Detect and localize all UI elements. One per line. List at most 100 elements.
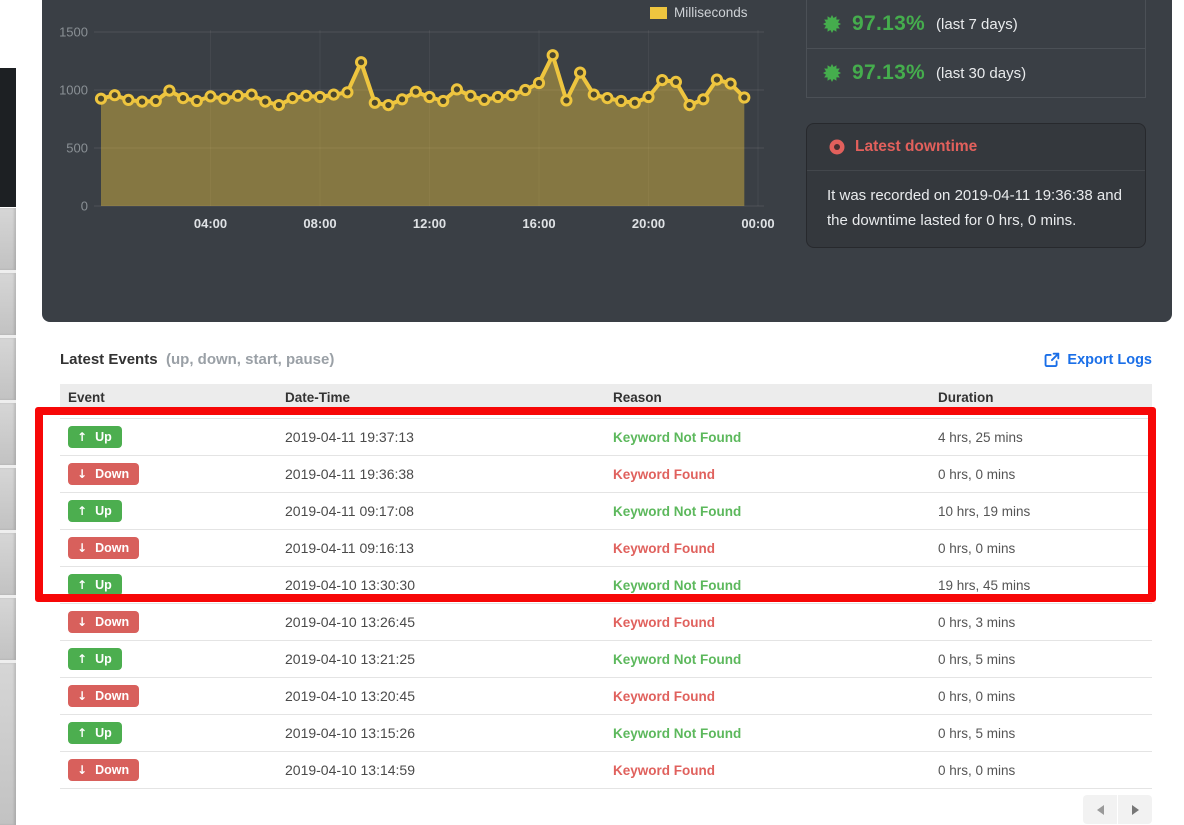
background-monitor-list-strip [0,208,16,825]
chart-area-fill [101,55,744,206]
uptime-period-30-days: (last 30 days) [936,65,1026,82]
chart-data-point [726,79,735,88]
event-reason: Keyword Found [605,530,930,567]
status-label: Up [95,578,112,592]
event-reason: Keyword Not Found [605,493,930,530]
latest-downtime-header: Latest downtime [807,124,1145,171]
chart-data-point [466,91,475,100]
latest-events-subtitle: (up, down, start, pause) [166,351,334,368]
chart-data-point [534,78,543,87]
chart-data-point [233,91,242,100]
chart-data-point [329,90,338,99]
chevron-left-icon [1097,805,1104,815]
event-datetime: 2019-04-10 13:21:25 [277,641,605,678]
pagination-next-button[interactable] [1118,795,1152,824]
status-label: Up [95,504,112,518]
status-arrow-icon: ↓ [77,615,87,629]
background-list-item [0,598,16,663]
latest-events-heading: Latest Events (up, down, start, pause) [60,351,334,369]
event-datetime: 2019-04-11 19:37:13 [277,418,605,456]
uptime-summary-box: 97.13% (last 7 days) 97.13% (last 30 day… [806,0,1146,98]
chart-data-point [425,92,434,101]
event-cell: ↑ Up [60,418,277,456]
event-row: ↑ Up 2019-04-10 13:15:26 Keyword Not Fou… [60,715,1152,752]
event-status-badge: ↓ Down [68,611,139,633]
event-duration: 0 hrs, 0 mins [930,530,1152,567]
chart-data-point [274,101,283,110]
event-cell: ↓ Down [60,456,277,493]
background-list-item [0,533,16,598]
pagination [60,795,1152,824]
status-arrow-icon: ↑ [77,578,87,592]
chart-data-point [699,95,708,104]
chart-data-point [370,98,379,107]
uptime-percentage-7-days: 97.13% [852,12,925,36]
event-reason: Keyword Not Found [605,715,930,752]
chart-data-point [384,101,393,110]
chart-data-point [712,75,721,84]
event-datetime: 2019-04-10 13:15:26 [277,715,605,752]
event-row: ↓ Down 2019-04-11 19:36:38 Keyword Found… [60,456,1152,493]
response-time-chart: 05001000150004:0008:0012:0016:0020:0000:… [42,0,806,240]
column-header-event: Event [60,384,277,418]
background-list-item [0,208,16,273]
export-icon [1043,352,1060,369]
export-logs-label: Export Logs [1067,352,1152,368]
status-label: Up [95,726,112,740]
chart-data-point [685,101,694,110]
column-header-reason: Reason [605,384,930,418]
chart-data-point [192,96,201,105]
pagination-prev-button[interactable] [1083,795,1117,824]
background-list-item [0,403,16,468]
chart-data-point [671,77,680,86]
event-row: ↓ Down 2019-04-11 09:16:13 Keyword Found… [60,530,1152,567]
y-axis-tick-label: 500 [66,141,88,156]
event-reason: Keyword Not Found [605,567,930,604]
column-header-date-time: Date-Time [277,384,605,418]
event-duration: 0 hrs, 5 mins [930,715,1152,752]
event-row: ↑ Up 2019-04-11 09:17:08 Keyword Not Fou… [60,493,1152,530]
event-duration: 0 hrs, 0 mins [930,456,1152,493]
chart-data-point [357,58,366,67]
event-cell: ↓ Down [60,604,277,641]
event-status-badge: ↓ Down [68,537,139,559]
event-duration: 10 hrs, 19 mins [930,493,1152,530]
export-logs-link[interactable]: Export Logs [1043,352,1152,369]
chart-data-point [658,76,667,85]
uptime-percentage-30-days: 97.13% [852,61,925,85]
chevron-right-icon [1132,805,1139,815]
column-header-duration: Duration [930,384,1152,418]
chart-data-point [493,92,502,101]
events-table: Event Date-Time Reason Duration ↑ Up 201… [60,384,1152,789]
event-datetime: 2019-04-10 13:20:45 [277,678,605,715]
event-status-badge: ↑ Up [68,426,122,448]
x-axis-tick-label: 12:00 [413,216,446,231]
status-label: Down [95,689,129,703]
event-status-badge: ↑ Up [68,500,122,522]
status-label: Down [95,541,129,555]
event-duration: 0 hrs, 3 mins [930,604,1152,641]
x-axis-tick-label: 16:00 [522,216,555,231]
chart-data-point [480,95,489,104]
monitor-stats-panel: 05001000150004:0008:0012:0016:0020:0000:… [42,0,1172,322]
chart-data-point [343,88,352,97]
event-status-badge: ↑ Up [68,648,122,670]
chart-data-point [288,94,297,103]
status-arrow-icon: ↓ [77,763,87,777]
chart-data-point [151,96,160,105]
chart-data-point [398,95,407,104]
event-cell: ↓ Down [60,530,277,567]
chart-data-point [452,85,461,94]
chart-data-point [206,92,215,101]
latest-events-section: Latest Events (up, down, start, pause) E… [60,349,1152,824]
chart-legend: Milliseconds [650,5,748,20]
event-status-badge: ↑ Up [68,722,122,744]
status-label: Down [95,467,129,481]
event-reason: Keyword Found [605,752,930,789]
status-arrow-icon: ↓ [77,689,87,703]
status-label: Up [95,652,112,666]
uptime-row-7-days: 97.13% (last 7 days) [807,0,1145,48]
event-row: ↑ Up 2019-04-11 19:37:13 Keyword Not Fou… [60,418,1152,456]
x-axis-tick-label: 20:00 [632,216,665,231]
chart-data-point [589,90,598,99]
